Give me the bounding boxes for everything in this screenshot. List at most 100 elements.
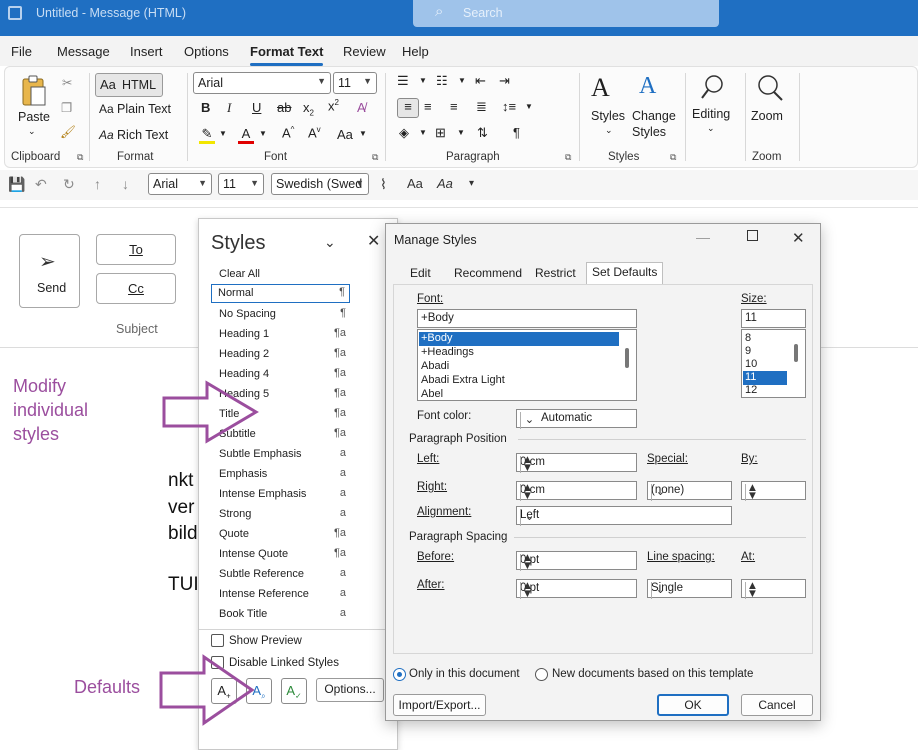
size-list[interactable]: 8 9 10 11 12 [741, 329, 806, 398]
paste-label[interactable]: Paste [18, 110, 50, 124]
change-styles-label-2[interactable]: Styles [632, 125, 666, 139]
style-icon[interactable]: Aa [437, 176, 453, 191]
borders-icon[interactable]: ⊞ [435, 125, 446, 141]
size-input[interactable]: 11 [741, 309, 806, 328]
chevron-down-icon[interactable]: ▼ [219, 129, 227, 138]
style-item-normal[interactable]: Normal ¶ [211, 284, 350, 303]
style-inspector-button[interactable]: A⌕ [246, 678, 272, 704]
editing-icon[interactable] [699, 73, 725, 103]
spinner-icon[interactable]: ▲ ▼ [520, 552, 534, 572]
ok-button[interactable]: OK [657, 694, 729, 716]
cut-icon[interactable]: ✂ [62, 75, 72, 90]
case-icon[interactable]: Aa [407, 176, 423, 191]
maximize-icon[interactable] [747, 230, 758, 241]
after-spacing-input[interactable]: 0 pt ▲ ▼ [516, 579, 637, 600]
align-center-icon[interactable]: ≡ [424, 99, 432, 114]
disable-linked-styles-checkbox[interactable] [211, 656, 224, 669]
style-item-subtle-reference[interactable]: Subtle Reference a [211, 565, 350, 584]
spinner-icon[interactable]: ▲ ▼ [745, 580, 759, 600]
shrink-font-icon[interactable]: Av [308, 125, 321, 140]
size-list-item[interactable]: 10 [743, 358, 757, 372]
spinner-icon[interactable]: ▲ ▼ [520, 482, 534, 502]
by-input[interactable]: ▲ ▼ [741, 481, 806, 502]
tab-recommend[interactable]: Recommend [454, 266, 522, 284]
new-style-button[interactable]: A+ [211, 678, 237, 704]
qat-font-select[interactable]: Arial ▼ [148, 173, 212, 195]
special-select[interactable]: (none) ⌄ [647, 481, 732, 501]
tab-restrict[interactable]: Restrict [535, 266, 576, 284]
style-item-intense-quote[interactable]: Intense Quote ¶a [211, 545, 350, 564]
styles-gallery-button[interactable]: A [591, 73, 610, 103]
html-format-button[interactable]: Aa HTML [95, 73, 163, 97]
menu-review[interactable]: Review [343, 44, 386, 59]
customize-qat-icon[interactable]: ▾ [469, 178, 474, 189]
style-item-clear-all[interactable]: Clear All [211, 265, 350, 284]
spinner-icon[interactable]: ▲ ▼ [520, 580, 534, 600]
clear-formatting-icon[interactable]: A̸ [357, 100, 366, 115]
font-color-select[interactable]: Automatic ⌄ [516, 409, 637, 429]
font-color-icon[interactable]: A [238, 127, 254, 144]
style-item-intense-emphasis[interactable]: Intense Emphasis a [211, 485, 350, 504]
size-list-item[interactable]: 9 [743, 345, 751, 359]
before-spacing-input[interactable]: 0 pt ▲ ▼ [516, 551, 637, 572]
at-input[interactable]: ▲ ▼ [741, 579, 806, 600]
chevron-down-icon[interactable]: ⌄ [707, 123, 715, 134]
chevron-down-icon[interactable]: ▼ [458, 76, 466, 85]
style-item-heading-2[interactable]: Heading 2 ¶a [211, 345, 350, 364]
only-this-document-radio[interactable] [393, 668, 406, 681]
font-list[interactable]: +Body +Headings Abadi Abadi Extra Light … [417, 329, 637, 401]
rich-text-button[interactable]: Aa Rich Text [99, 128, 168, 142]
cancel-button[interactable]: Cancel [741, 694, 813, 716]
font-size-select[interactable]: 11 ▼ [333, 72, 377, 94]
copy-icon[interactable]: ❐ [61, 100, 72, 115]
font-input[interactable]: +Body [417, 309, 637, 328]
font-launcher-icon[interactable]: ⧉ [372, 152, 378, 163]
font-list-item[interactable]: +Headings [419, 346, 474, 360]
manage-styles-button[interactable]: A✓ [281, 678, 307, 704]
chevron-down-icon[interactable]: ⌄ [324, 234, 336, 251]
to-button[interactable]: To [96, 234, 176, 265]
align-right-icon[interactable]: ≡ [450, 99, 458, 114]
alignment-select[interactable]: Left ⌄ [516, 506, 732, 526]
styles-launcher-icon[interactable]: ⧉ [670, 152, 676, 163]
highlight-icon[interactable]: ✎ [199, 127, 215, 144]
style-item-heading-4[interactable]: Heading 4 ¶a [211, 365, 350, 384]
sort-icon[interactable]: ⇅ [477, 125, 488, 141]
redo-icon[interactable]: ↻ [63, 176, 75, 193]
styles-label[interactable]: Styles [591, 109, 625, 123]
underline-icon[interactable]: U [252, 100, 261, 115]
change-case-icon[interactable]: Aa [337, 127, 353, 142]
italic-icon[interactable]: I [227, 100, 231, 116]
subscript-icon[interactable]: x2 [303, 100, 314, 118]
spinner-icon[interactable]: ▲ ▼ [745, 482, 759, 502]
editing-label[interactable]: Editing [692, 107, 730, 121]
options-button[interactable]: Options... [316, 678, 384, 702]
right-indent-input[interactable]: 0 cm ▲ ▼ [516, 481, 637, 502]
style-item-heading-5[interactable]: Heading 5 ¶a [211, 385, 350, 404]
superscript-icon[interactable]: x2 [328, 98, 339, 113]
style-item-intense-reference[interactable]: Intense Reference a [211, 585, 350, 604]
save-icon[interactable] [8, 6, 22, 20]
menu-insert[interactable]: Insert [130, 44, 163, 59]
style-item-title[interactable]: Title ¶a [211, 405, 350, 424]
qat-language-select[interactable]: Swedish (Swed ▼ [271, 173, 369, 195]
format-painter-icon[interactable]: 🖌 [60, 125, 76, 140]
scrollbar-thumb[interactable] [794, 344, 798, 362]
bold-icon[interactable]: B [201, 100, 210, 115]
font-face-select[interactable]: Arial ▼ [193, 72, 331, 94]
show-formatting-icon[interactable]: ¶ [513, 125, 520, 140]
chevron-down-icon[interactable]: ▼ [259, 129, 267, 138]
increase-indent-icon[interactable]: ⇥ [499, 73, 510, 89]
style-item-heading-1[interactable]: Heading 1 ¶a [211, 325, 350, 344]
attach-icon[interactable]: ⌇ [380, 176, 387, 193]
style-item-book-title[interactable]: Book Title a [211, 605, 350, 624]
chevron-down-icon[interactable]: ▼ [419, 128, 427, 137]
menu-help[interactable]: Help [402, 44, 429, 59]
size-list-item[interactable]: 12 [743, 384, 757, 397]
search-box[interactable]: ⌕ Search [413, 0, 719, 27]
previous-item-icon[interactable]: ↑ [94, 176, 101, 192]
left-indent-input[interactable]: 0 cm ▲ ▼ [516, 453, 637, 474]
cc-button[interactable]: Cc [96, 273, 176, 304]
paragraph-launcher-icon[interactable]: ⧉ [565, 152, 571, 163]
decrease-indent-icon[interactable]: ⇤ [475, 73, 486, 89]
